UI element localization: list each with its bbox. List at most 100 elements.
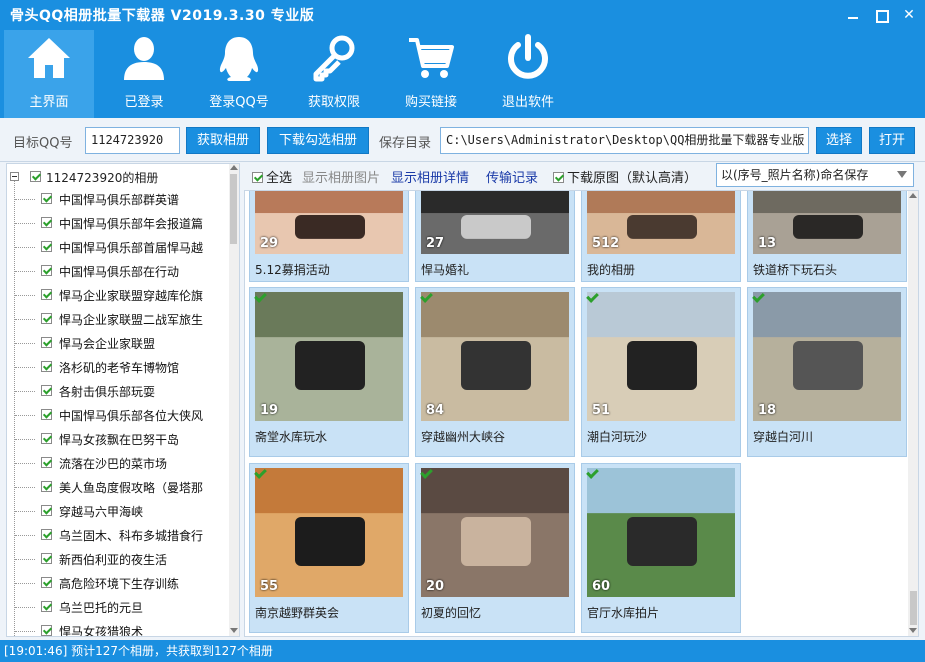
tree-item[interactable]: 中国悍马俱乐部群英谱 <box>7 188 229 212</box>
tree-item-checkbox[interactable] <box>41 505 52 516</box>
album-check-icon[interactable] <box>586 292 598 304</box>
tree-item-checkbox[interactable] <box>41 577 52 588</box>
toolbar-get-permission-button[interactable]: 获取权限 <box>289 30 379 118</box>
show-pictures-option[interactable]: 显示相册图片 <box>302 167 380 186</box>
album-card[interactable]: 84 穿越幽州大峡谷 <box>415 287 575 457</box>
qq-number-input[interactable]: 1124723920 <box>85 127 180 154</box>
album-photo[interactable]: 512 <box>587 191 735 254</box>
download-checked-button[interactable]: 下载勾选相册 <box>267 127 369 154</box>
tree-item-checkbox[interactable] <box>41 433 52 444</box>
maximize-icon[interactable] <box>868 4 894 26</box>
tree-scroll-thumb[interactable] <box>230 174 237 244</box>
tree-item-checkbox[interactable] <box>41 457 52 468</box>
album-check-icon[interactable] <box>254 468 266 480</box>
album-photo[interactable]: 13 <box>753 191 901 254</box>
album-card[interactable]: 60 官厅水库拍片 <box>581 463 741 633</box>
album-photo[interactable]: 55 <box>255 468 403 597</box>
tree-item[interactable]: 中国悍马俱乐部首届悍马越 <box>7 236 229 260</box>
album-photo[interactable]: 60 <box>587 468 735 597</box>
download-original-option[interactable]: 下载原图（默认高清） <box>553 167 697 186</box>
album-check-icon[interactable] <box>420 292 432 304</box>
save-dir-input[interactable]: C:\Users\Administrator\Desktop\QQ相册批量下载器… <box>440 127 809 154</box>
tree-item-checkbox[interactable] <box>41 601 52 612</box>
scroll-down-icon[interactable] <box>230 628 238 633</box>
tree-item[interactable]: 流落在沙巴的菜市场 <box>7 452 229 476</box>
tree-item-checkbox[interactable] <box>41 409 52 420</box>
tree-item[interactable]: 穿越马六甲海峡 <box>7 500 229 524</box>
tree-item-checkbox[interactable] <box>41 625 52 636</box>
tree-item-checkbox[interactable] <box>41 481 52 492</box>
open-dir-button[interactable]: 打开 <box>869 127 915 154</box>
album-card[interactable]: 512 我的相册 <box>581 191 741 282</box>
download-original-checkbox[interactable] <box>553 172 564 183</box>
grid-scrollbar[interactable] <box>908 191 918 636</box>
tree-item-checkbox[interactable] <box>41 241 52 252</box>
tree-item[interactable]: 乌兰巴托的元旦 <box>7 596 229 620</box>
tree-item-checkbox[interactable] <box>41 385 52 396</box>
tree-item[interactable]: 乌兰固木、科布多城措食行 <box>7 524 229 548</box>
tree-item-checkbox[interactable] <box>41 265 52 276</box>
tree-item[interactable]: 洛杉矶的老爷车博物馆 <box>7 356 229 380</box>
tree-item[interactable]: 悍马女孩猎狼术 <box>7 620 229 636</box>
toolbar-exit-button[interactable]: 退出软件 <box>483 30 573 118</box>
album-card[interactable]: 20 初夏的回忆 <box>415 463 575 633</box>
tree-item-checkbox[interactable] <box>41 217 52 228</box>
tree-scrollbar[interactable] <box>229 164 239 636</box>
get-album-button[interactable]: 获取相册 <box>186 127 260 154</box>
album-photo[interactable]: 20 <box>421 468 569 597</box>
album-check-icon[interactable] <box>254 292 266 304</box>
album-photo[interactable]: 19 <box>255 292 403 421</box>
album-card[interactable]: 29 5.12募捐活动 <box>249 191 409 282</box>
collapse-icon[interactable] <box>10 172 19 181</box>
toolbar-login-qq-button[interactable]: 登录QQ号 <box>194 30 284 118</box>
scroll-up-icon[interactable] <box>230 165 238 170</box>
tree-item[interactable]: 中国悍马俱乐部在行动 <box>7 260 229 284</box>
tree-item[interactable]: 新西伯利亚的夜生活 <box>7 548 229 572</box>
album-card[interactable]: 13 铁道桥下玩石头 <box>747 191 907 282</box>
album-check-icon[interactable] <box>586 468 598 480</box>
choose-dir-button[interactable]: 选择 <box>816 127 862 154</box>
transfer-log-link[interactable]: 传输记录 <box>486 167 538 186</box>
album-card[interactable]: 27 悍马婚礼 <box>415 191 575 282</box>
tree-item[interactable]: 中国悍马俱乐部年会报道篇 <box>7 212 229 236</box>
album-check-icon[interactable] <box>420 468 432 480</box>
album-photo[interactable]: 51 <box>587 292 735 421</box>
scroll-down-icon[interactable] <box>909 628 917 633</box>
naming-select[interactable]: 以(序号_照片名称)命名保存 <box>716 163 914 187</box>
album-card[interactable]: 19 斋堂水库玩水 <box>249 287 409 457</box>
tree-item-checkbox[interactable] <box>41 553 52 564</box>
show-details-link[interactable]: 显示相册详情 <box>391 167 469 186</box>
album-photo[interactable]: 84 <box>421 292 569 421</box>
album-card[interactable]: 51 潮白河玩沙 <box>581 287 741 457</box>
toolbar-buy-link-button[interactable]: 购买链接 <box>386 30 476 118</box>
album-photo[interactable]: 29 <box>255 191 403 254</box>
grid-scroll-thumb[interactable] <box>910 591 917 625</box>
minimize-icon[interactable] <box>840 4 866 26</box>
tree-item-checkbox[interactable] <box>41 529 52 540</box>
toolbar-home-button[interactable]: 主界面 <box>4 30 94 118</box>
tree-root-checkbox[interactable] <box>30 171 41 182</box>
tree-item-checkbox[interactable] <box>41 289 52 300</box>
tree-item[interactable]: 各射击俱乐部玩耍 <box>7 380 229 404</box>
tree-item-checkbox[interactable] <box>41 361 52 372</box>
tree-item-checkbox[interactable] <box>41 313 52 324</box>
tree-item-checkbox[interactable] <box>41 193 52 204</box>
album-photo[interactable]: 18 <box>753 292 901 421</box>
tree-item[interactable]: 中国悍马俱乐部各位大侠风 <box>7 404 229 428</box>
toolbar-logged-in-button[interactable]: 已登录 <box>99 30 189 118</box>
album-check-icon[interactable] <box>752 292 764 304</box>
close-icon[interactable]: ✕ <box>896 4 922 26</box>
scroll-up-icon[interactable] <box>909 193 917 198</box>
tree-item-checkbox[interactable] <box>41 337 52 348</box>
tree-item[interactable]: 悍马企业家联盟穿越库伦旗 <box>7 284 229 308</box>
tree-item[interactable]: 悍马会企业家联盟 <box>7 332 229 356</box>
tree-item[interactable]: 美人鱼岛度假攻略（曼塔那 <box>7 476 229 500</box>
select-all-checkbox[interactable] <box>252 172 263 183</box>
album-card[interactable]: 18 穿越白河川 <box>747 287 907 457</box>
tree-item[interactable]: 悍马女孩飘在巴努干岛 <box>7 428 229 452</box>
tree-item[interactable]: 高危险环境下生存训练 <box>7 572 229 596</box>
album-photo[interactable]: 27 <box>421 191 569 254</box>
select-all-option[interactable]: 全选 <box>252 167 292 186</box>
album-card[interactable]: 55 南京越野群英会 <box>249 463 409 633</box>
tree-item[interactable]: 悍马企业家联盟二战军旅生 <box>7 308 229 332</box>
